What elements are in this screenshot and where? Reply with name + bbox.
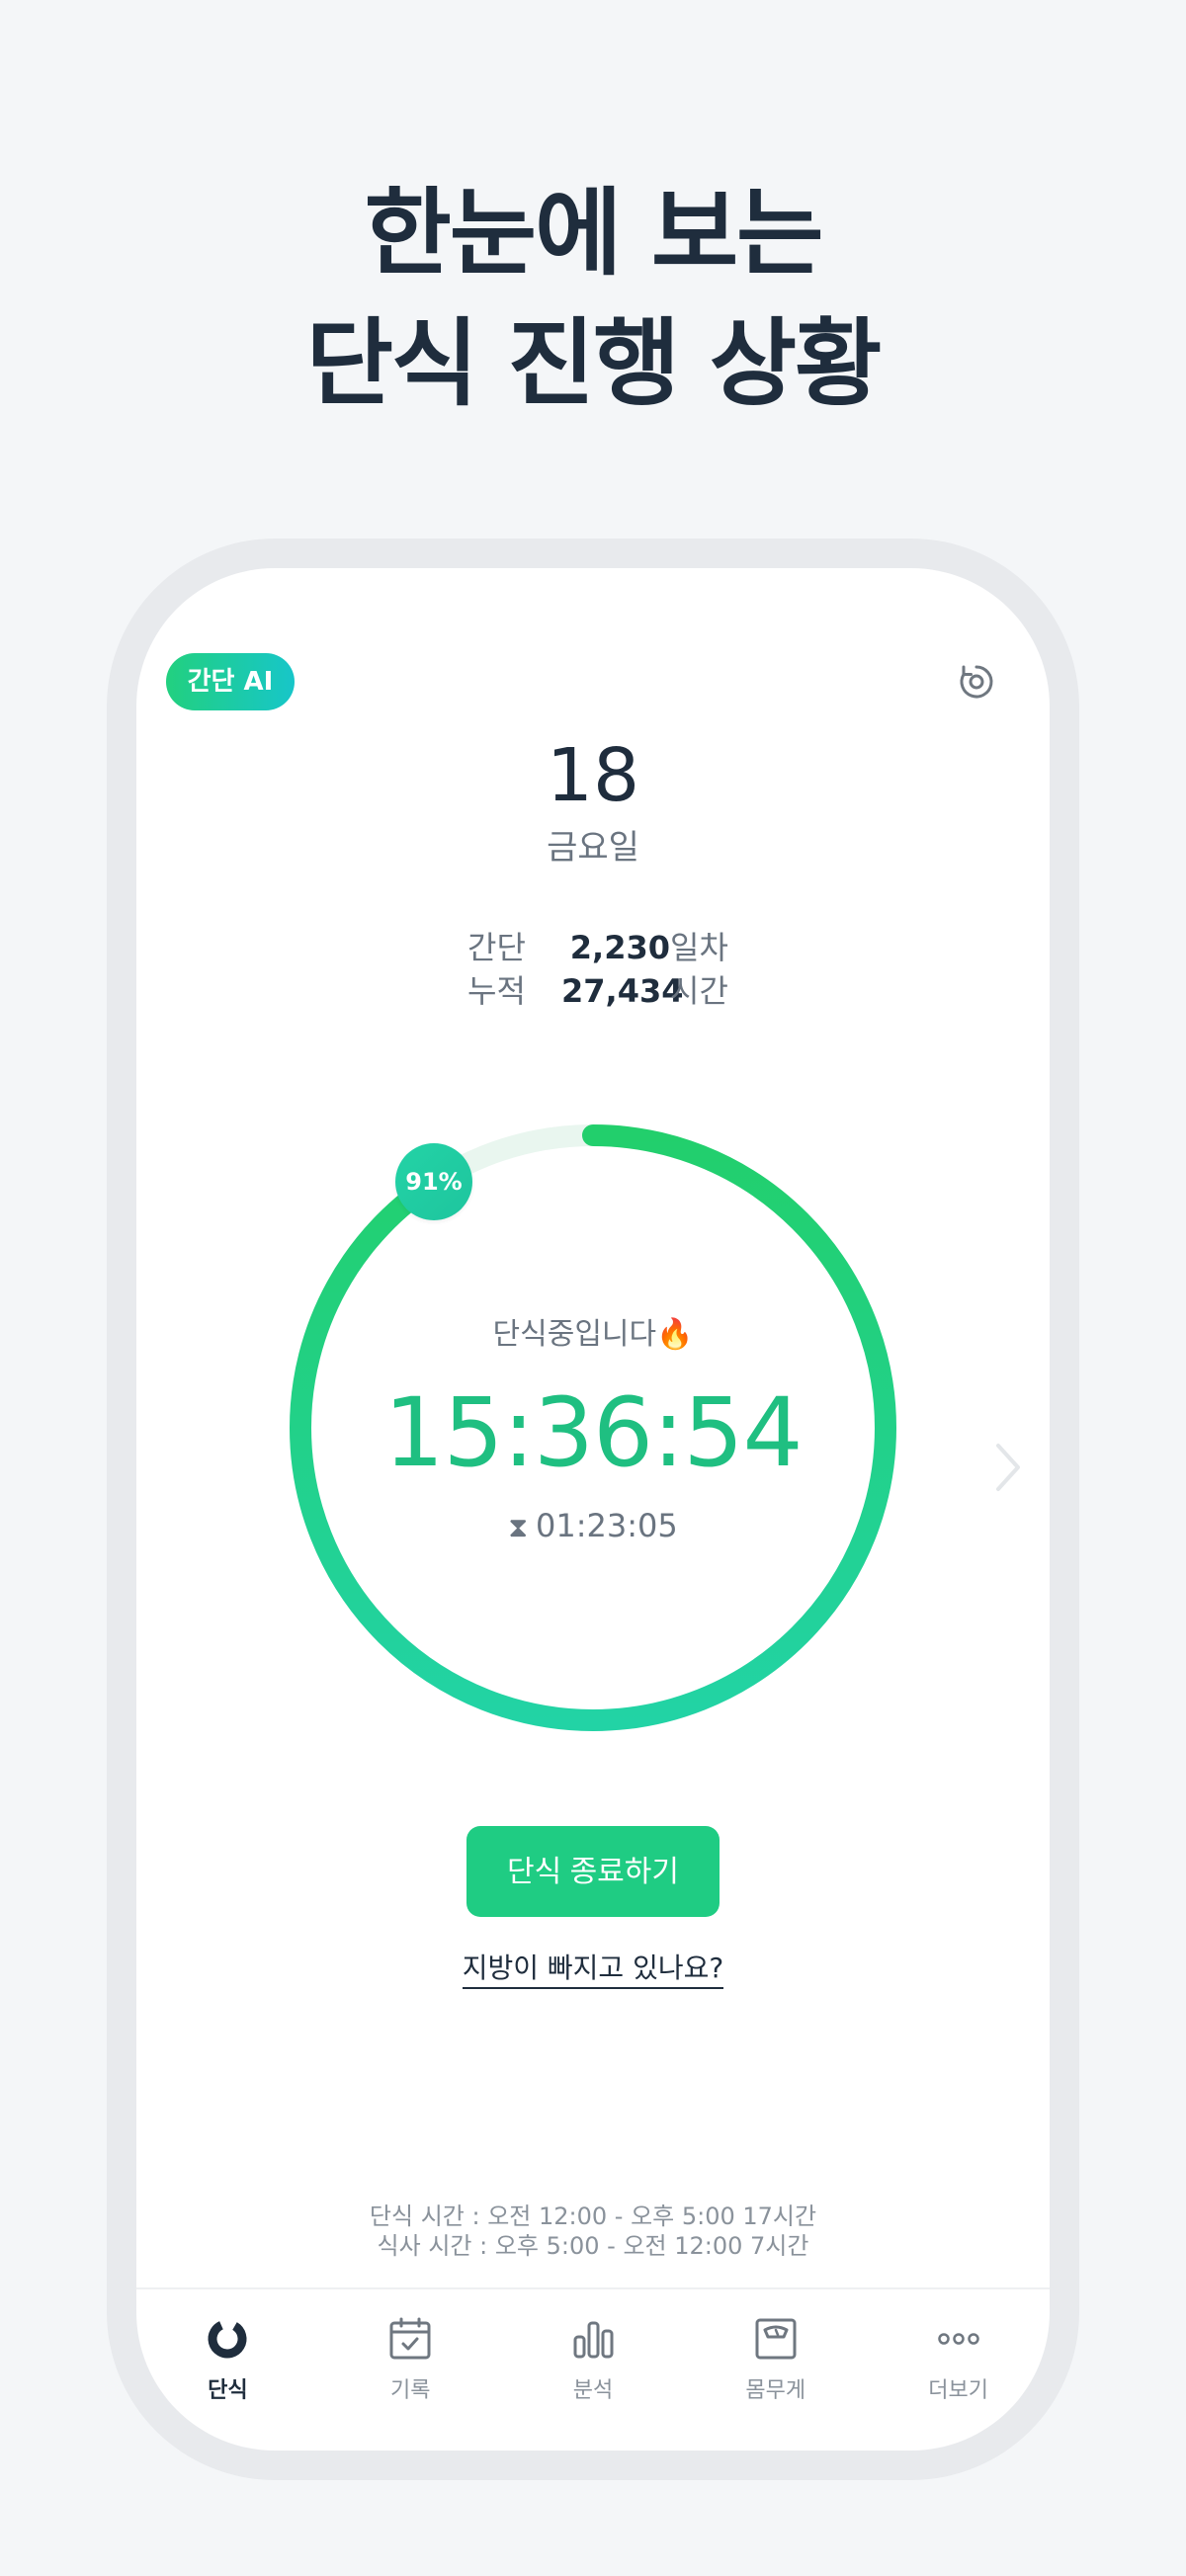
headline-line-2: 단식 진행 상황 xyxy=(305,308,883,419)
stat-row-days: 간단 2,230 일차 xyxy=(467,926,784,969)
elapsed-time: 15:36:54 xyxy=(383,1377,803,1488)
remaining-value: 01:23:05 xyxy=(535,1507,678,1544)
stat-row-hours: 누적 27,434 시간 xyxy=(467,969,784,1013)
date-day: 18 xyxy=(546,733,640,818)
date-weekday: 금요일 xyxy=(547,828,639,868)
tab-label: 더보기 xyxy=(928,2378,988,2403)
timer-reset-icon[interactable] xyxy=(957,662,996,702)
fasting-ring-icon xyxy=(208,2319,247,2359)
fasting-status: 단식중입니다🔥 xyxy=(492,1317,694,1352)
headline-line-1: 한눈에 보는 xyxy=(364,178,823,289)
calendar-icon xyxy=(389,2317,431,2360)
tab-records[interactable]: 기록 xyxy=(319,2289,502,2451)
ai-badge[interactable]: 간단 AI xyxy=(166,653,295,710)
more-icon xyxy=(937,2333,979,2345)
bar-chart-icon xyxy=(573,2321,614,2359)
progress-badge: 91% xyxy=(395,1143,472,1220)
tab-bar: 단식 기록 분석 몸무게 더보기 xyxy=(136,2287,1050,2451)
tab-more[interactable]: 더보기 xyxy=(867,2289,1050,2451)
tab-fasting[interactable]: 단식 xyxy=(136,2289,319,2451)
stat-label: 누적 xyxy=(467,972,526,1010)
schedule: 단식 시간 : 오전 12:00 - 오후 5:00 17시간 식사 시간 : … xyxy=(136,2202,1050,2261)
stat-unit: 일차 xyxy=(670,929,728,966)
tab-weight[interactable]: 몸무게 xyxy=(684,2289,867,2451)
tab-label: 분석 xyxy=(572,2378,614,2403)
tab-label: 몸무게 xyxy=(745,2378,806,2403)
remaining-time: ⧗ 01:23:05 xyxy=(136,1507,1050,1544)
fasting-schedule: 단식 시간 : 오전 12:00 - 오후 5:00 17시간 xyxy=(369,2202,817,2230)
stat-label: 간단 xyxy=(467,929,526,966)
end-fasting-button[interactable]: 단식 종료하기 xyxy=(466,1826,720,1917)
tab-label: 기록 xyxy=(389,2378,431,2403)
stats: 간단 2,230 일차 누적 27,434 시간 xyxy=(467,926,784,1013)
tab-label: 단식 xyxy=(208,2378,248,2403)
headline: 한눈에 보는 단식 진행 상황 xyxy=(0,168,1186,429)
fat-burning-link-wrap: 지방이 빠지고 있나요? xyxy=(136,1947,1050,1989)
stat-value: 27,434 xyxy=(561,972,684,1010)
phone-screen: 간단 AI 18 금요일 간단 2,230 일차 누적 27,434 시간 91… xyxy=(136,568,1050,2451)
eating-schedule: 식사 시간 : 오후 5:00 - 오전 12:00 7시간 xyxy=(377,2232,809,2260)
tab-analysis[interactable]: 분석 xyxy=(502,2289,685,2451)
stat-unit: 시간 xyxy=(670,972,728,1010)
scale-icon xyxy=(755,2318,797,2360)
chevron-right-icon[interactable] xyxy=(988,1438,1028,1497)
hourglass-icon: ⧗ xyxy=(508,1511,528,1543)
stat-value: 2,230 xyxy=(569,929,670,966)
fat-burning-link[interactable]: 지방이 빠지고 있나요? xyxy=(462,1952,724,1989)
